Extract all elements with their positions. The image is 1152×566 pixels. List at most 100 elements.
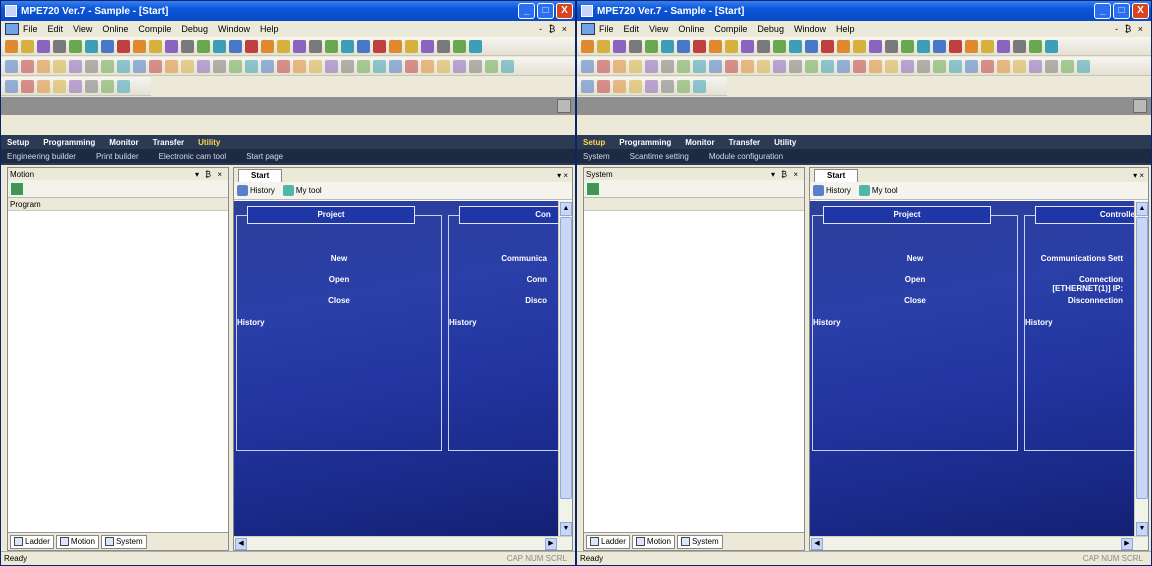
toolbar-button[interactable]: [181, 39, 194, 53]
ribbon-item[interactable]: Start page: [246, 152, 283, 161]
toolbar-button[interactable]: [581, 79, 594, 93]
toolbar-button[interactable]: [373, 59, 386, 73]
toolbar-button[interactable]: [69, 79, 82, 93]
toolbar-button[interactable]: [325, 39, 338, 53]
ribbon-item[interactable]: Print builder: [96, 152, 139, 161]
ribbon-tab-utility[interactable]: Utility: [774, 138, 796, 147]
toolbar-button[interactable]: [389, 59, 402, 73]
toolbar-button[interactable]: [1029, 39, 1042, 53]
toolbar-button[interactable]: [405, 59, 418, 73]
toolbar-button[interactable]: [197, 39, 210, 53]
scroll-up-arrow[interactable]: ▲: [1136, 202, 1148, 216]
toolbar-button[interactable]: [613, 79, 626, 93]
toolbar-button[interactable]: [341, 59, 354, 73]
toolbar-button[interactable]: [149, 39, 162, 53]
toolbar-button[interactable]: [965, 59, 978, 73]
toolbar-button[interactable]: [629, 79, 642, 93]
toolbar-button[interactable]: [53, 39, 66, 53]
minimize-button[interactable]: _: [518, 3, 535, 19]
menu-compile[interactable]: Compile: [138, 24, 171, 34]
connection-link[interactable]: Connection [ETHERNET(1)] IP:: [1025, 275, 1123, 296]
horizontal-scrollbar[interactable]: ◀ ▶: [810, 536, 1148, 550]
toolbar-button[interactable]: [709, 59, 722, 73]
toolbar-button[interactable]: [885, 59, 898, 73]
toolbar-button[interactable]: [5, 79, 18, 93]
scroll-left-arrow[interactable]: ◀: [811, 538, 823, 550]
tab-controls[interactable]: ▾ ×: [557, 171, 568, 180]
tab-controls[interactable]: ▾ ×: [1133, 171, 1144, 180]
history-link[interactable]: History: [826, 186, 851, 195]
open-link[interactable]: Open: [237, 275, 441, 296]
toolbar-button[interactable]: [341, 39, 354, 53]
tab-start[interactable]: Start: [238, 169, 283, 182]
menu-window[interactable]: Window: [794, 24, 826, 34]
ribbon-tab-transfer[interactable]: Transfer: [153, 138, 185, 147]
toolbar-button[interactable]: [1077, 59, 1090, 73]
toolbar-button[interactable]: [389, 39, 402, 53]
ribbon-tab-programming[interactable]: Programming: [619, 138, 671, 147]
toolbar-button[interactable]: [677, 39, 690, 53]
toolbar-button[interactable]: [933, 59, 946, 73]
toolbar-button[interactable]: [997, 59, 1010, 73]
menu-file[interactable]: File: [599, 24, 614, 34]
toolbar-button[interactable]: [245, 59, 258, 73]
new-link[interactable]: New: [237, 254, 441, 275]
toolbar-button[interactable]: [357, 59, 370, 73]
toolbar-button[interactable]: [469, 59, 482, 73]
menu-help[interactable]: Help: [836, 24, 855, 34]
toolbar-button[interactable]: [229, 59, 242, 73]
pane-tab-ladder[interactable]: Ladder: [586, 534, 630, 549]
toolbar-button[interactable]: [693, 59, 706, 73]
toolbar-button[interactable]: [117, 79, 130, 93]
toolbar-button[interactable]: [581, 59, 594, 73]
toolbar-button[interactable]: [85, 59, 98, 73]
menu-online[interactable]: Online: [678, 24, 704, 34]
toolbar-button[interactable]: [757, 39, 770, 53]
toolbar-button[interactable]: [629, 39, 642, 53]
toolbar-button[interactable]: [853, 59, 866, 73]
communications-setting-link[interactable]: Communica: [449, 254, 547, 275]
toolbar-end-button[interactable]: [557, 99, 571, 113]
tree-icon[interactable]: [587, 182, 599, 195]
toolbar-button[interactable]: [277, 59, 290, 73]
toolbar-button[interactable]: [933, 39, 946, 53]
toolbar-button[interactable]: [373, 39, 386, 53]
pane-tab-motion[interactable]: Motion: [55, 534, 99, 549]
menu-debug[interactable]: Debug: [757, 24, 784, 34]
toolbar-button[interactable]: [53, 59, 66, 73]
tree-icon[interactable]: [11, 182, 23, 195]
toolbar-button[interactable]: [597, 79, 610, 93]
toolbar-end-button[interactable]: [1133, 99, 1147, 113]
toolbar-button[interactable]: [37, 59, 50, 73]
toolbar-button[interactable]: [965, 39, 978, 53]
toolbar-button[interactable]: [1045, 59, 1058, 73]
vertical-scrollbar[interactable]: ▲ ▼: [558, 201, 572, 537]
toolbar-button[interactable]: [229, 39, 242, 53]
toolbar-button[interactable]: [741, 39, 754, 53]
ribbon-tab-setup[interactable]: Setup: [583, 138, 605, 147]
toolbar-button[interactable]: [1029, 59, 1042, 73]
close-link[interactable]: Close: [813, 296, 1017, 317]
scroll-thumb[interactable]: [1136, 217, 1148, 499]
toolbar-button[interactable]: [101, 59, 114, 73]
menu-file[interactable]: File: [23, 24, 38, 34]
toolbar-button[interactable]: [613, 59, 626, 73]
ribbon-tab-setup[interactable]: Setup: [7, 138, 29, 147]
toolbar-button[interactable]: [645, 79, 658, 93]
scroll-left-arrow[interactable]: ◀: [235, 538, 247, 550]
toolbar-button[interactable]: [1061, 59, 1074, 73]
toolbar-button[interactable]: [901, 39, 914, 53]
toolbar-button[interactable]: [837, 59, 850, 73]
toolbar-button[interactable]: [725, 59, 738, 73]
toolbar-button[interactable]: [421, 39, 434, 53]
toolbar-button[interactable]: [581, 39, 594, 53]
toolbar-button[interactable]: [949, 59, 962, 73]
toolbar-button[interactable]: [789, 59, 802, 73]
toolbar-button[interactable]: [293, 59, 306, 73]
toolbar-button[interactable]: [821, 39, 834, 53]
ribbon-item[interactable]: Scantime setting: [630, 152, 689, 161]
toolbar-button[interactable]: [917, 59, 930, 73]
toolbar-button[interactable]: [1045, 39, 1058, 53]
maximize-button[interactable]: □: [1113, 3, 1130, 19]
toolbar-button[interactable]: [197, 59, 210, 73]
